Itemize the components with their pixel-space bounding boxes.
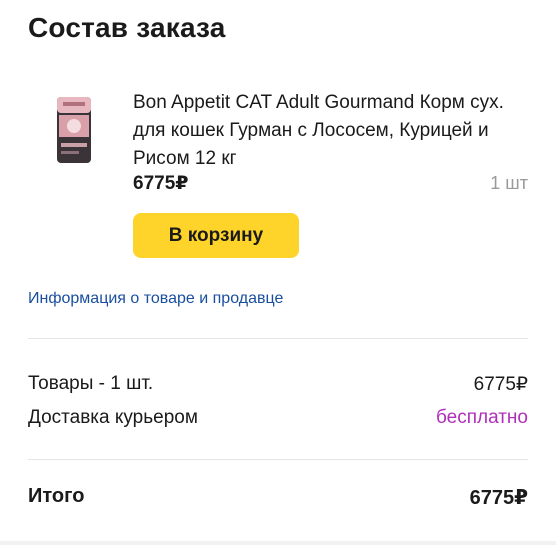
divider bbox=[28, 459, 528, 460]
add-to-cart-button[interactable]: В корзину bbox=[133, 213, 299, 258]
product-price: 6775₽ bbox=[133, 173, 189, 194]
total-label: Итого bbox=[28, 485, 85, 507]
product-seller-info-link[interactable]: Информация о товаре и продавце bbox=[28, 290, 283, 308]
product-name[interactable]: Bon Appetit CAT Adult Gourmand Корм сух.… bbox=[133, 89, 538, 173]
goods-count-label: Товары - 1 шт. bbox=[28, 373, 154, 394]
product-quantity: 1 шт bbox=[490, 173, 528, 193]
page-title: Состав заказа bbox=[28, 12, 226, 43]
delivery-price-value: бесплатно bbox=[435, 407, 528, 428]
total-price-value: 6775₽ bbox=[469, 487, 528, 509]
cat-food-bag-image[interactable] bbox=[55, 95, 93, 165]
divider bbox=[28, 338, 528, 339]
section-separator bbox=[0, 541, 556, 545]
goods-price-value: 6775₽ bbox=[473, 374, 528, 395]
delivery-label: Доставка курьером bbox=[28, 407, 198, 428]
